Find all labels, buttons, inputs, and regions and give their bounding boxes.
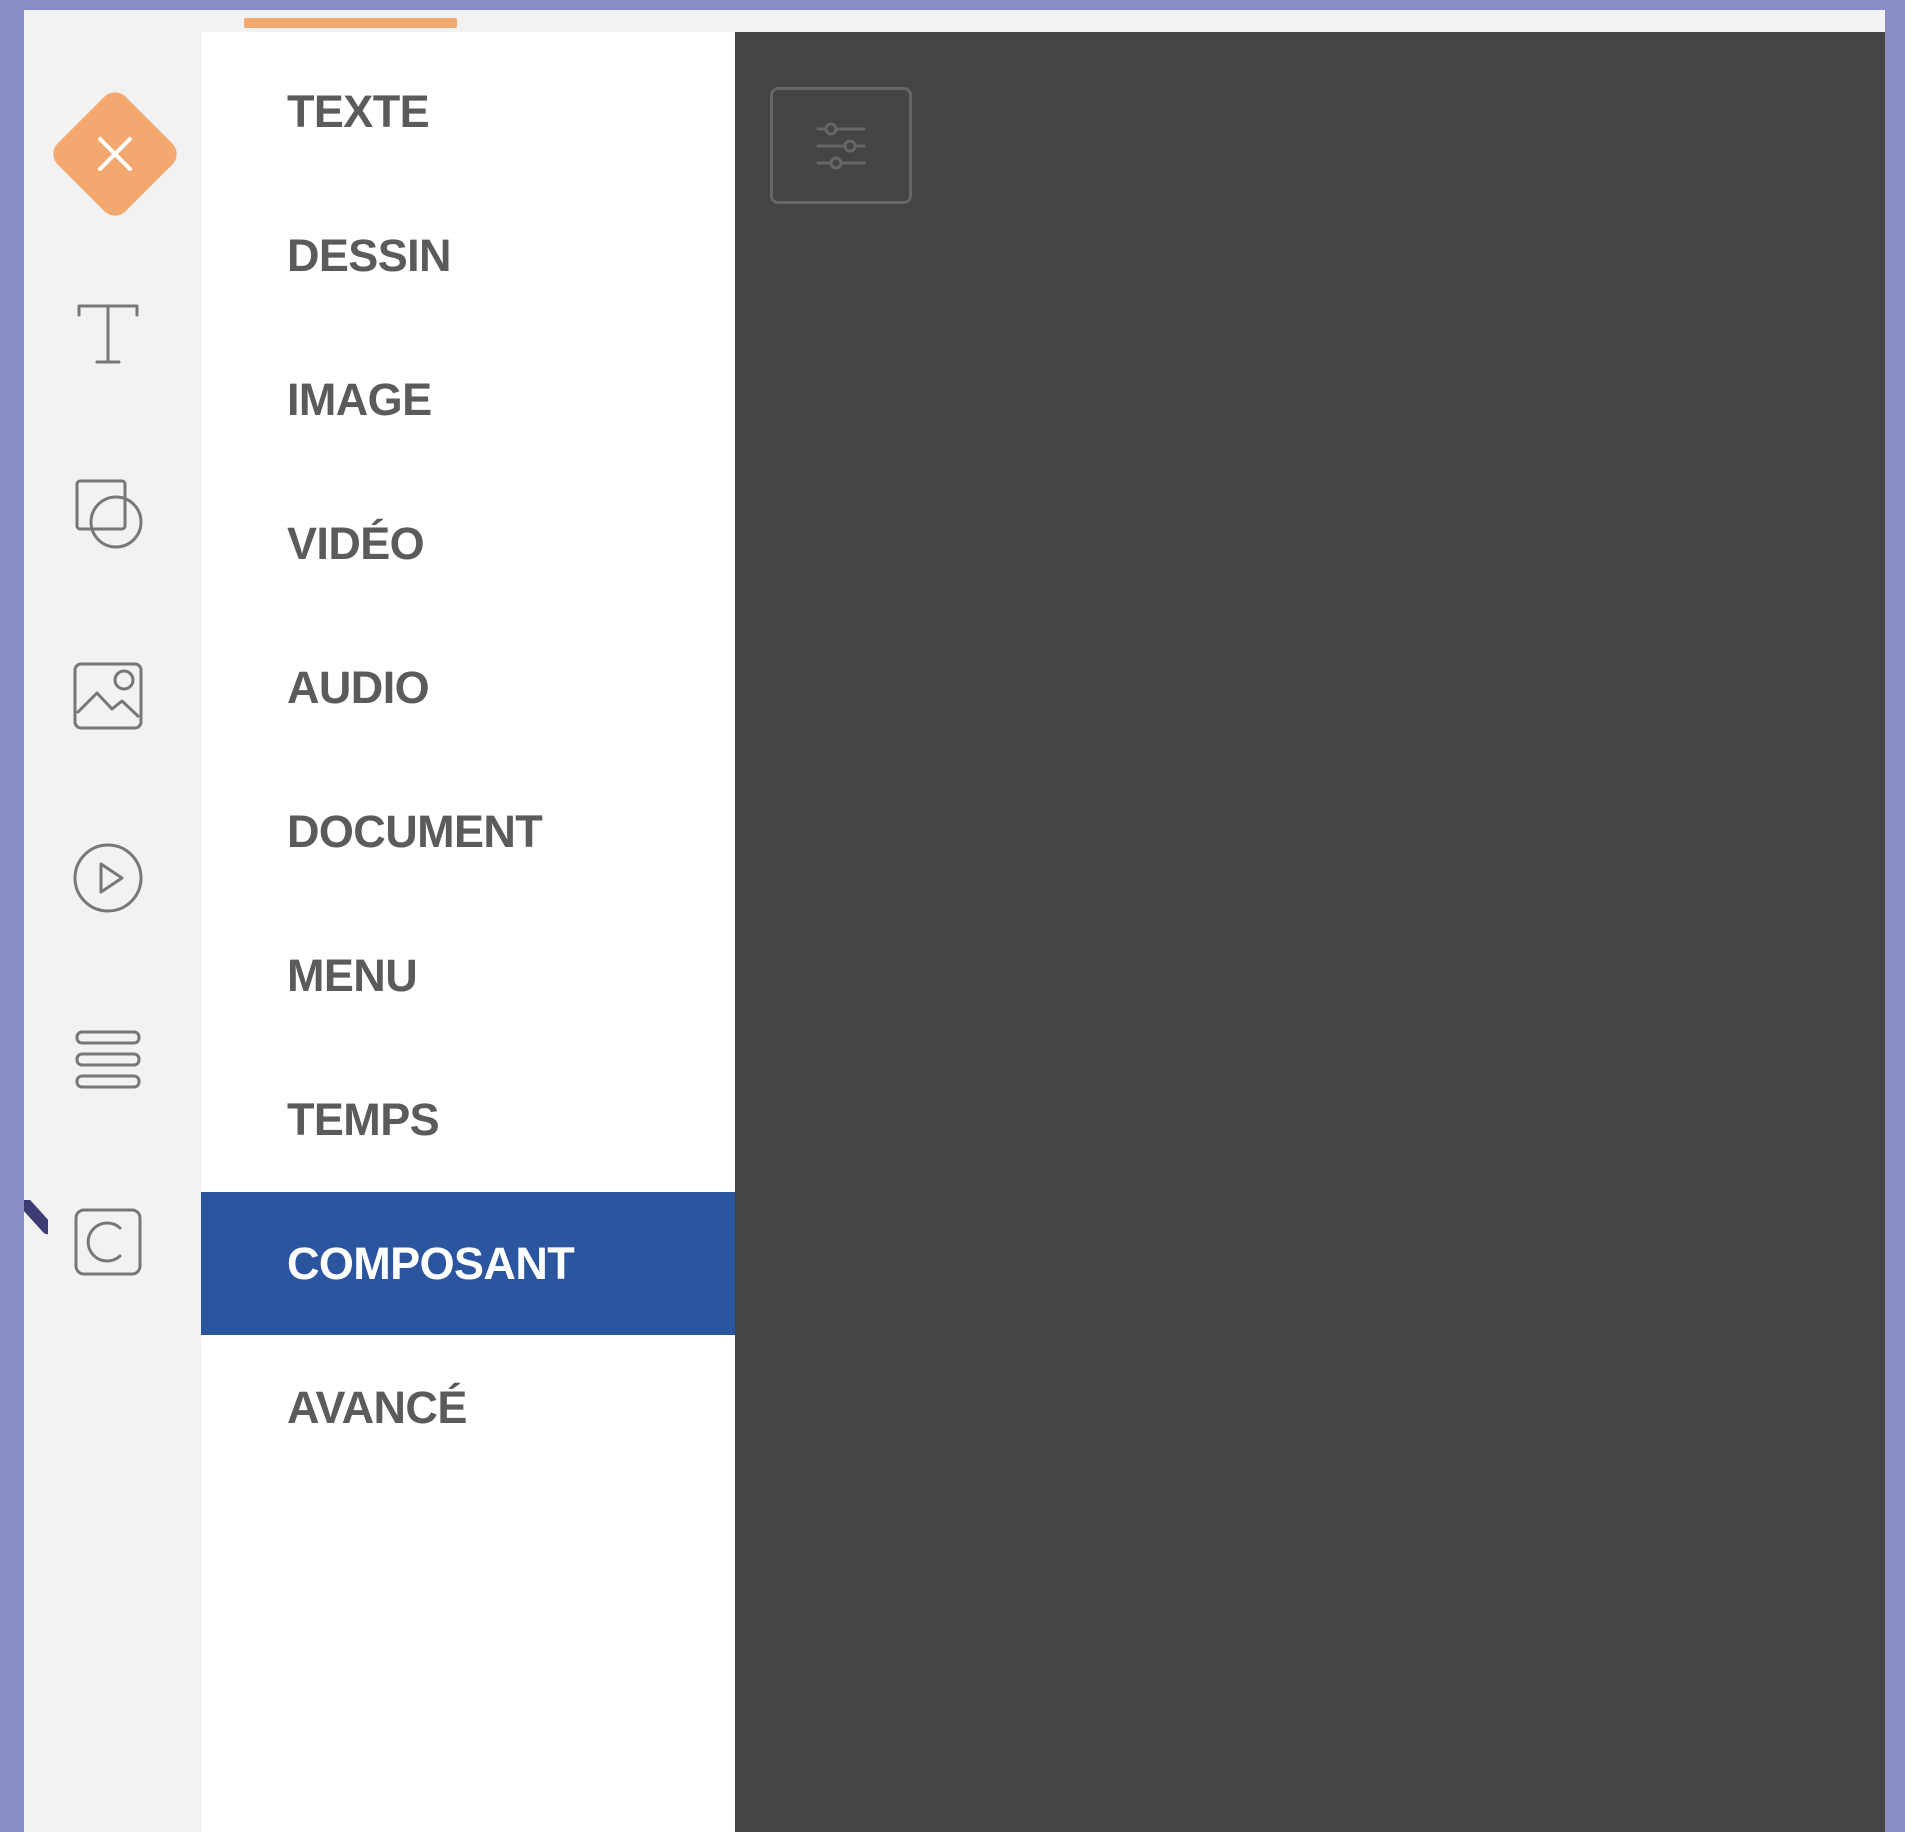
menu-item-label: VIDÉO (287, 517, 425, 569)
menu-item-menu[interactable]: MENU (201, 904, 735, 1047)
menu-lines-icon (75, 1030, 141, 1089)
menu-item-temps[interactable]: TEMPS (201, 1048, 735, 1191)
background-stroke (24, 1200, 48, 1270)
menu-item-label: AUDIO (287, 661, 430, 713)
rail-button-component[interactable] (60, 1194, 156, 1290)
content-area (735, 32, 1885, 1832)
video-play-icon (73, 843, 143, 913)
menu-item-label: DOCUMENT (287, 805, 543, 857)
close-icon (98, 137, 132, 171)
menu-item-dessin[interactable]: DESSIN (201, 184, 735, 327)
top-accent-tab (244, 18, 457, 28)
rail-button-video[interactable] (60, 830, 156, 926)
editor-panel: TEXTE DESSIN IMAGE VIDÉO AUDIO DOCUMENT … (24, 10, 1885, 1832)
rail-button-menu[interactable] (60, 1012, 156, 1108)
rail-button-text[interactable] (60, 285, 156, 381)
menu-item-label: IMAGE (287, 373, 432, 425)
menu-item-avance[interactable]: AVANCÉ (201, 1336, 735, 1479)
settings-sliders-icon (816, 122, 866, 169)
icon-rail (24, 32, 201, 1832)
close-button[interactable] (47, 86, 183, 222)
shapes-icon (75, 479, 143, 549)
menu-item-audio[interactable]: AUDIO (201, 616, 735, 759)
menu-item-label: DESSIN (287, 229, 452, 281)
image-icon (73, 662, 143, 730)
menu-item-label: AVANCÉ (287, 1381, 467, 1433)
menu-panel: TEXTE DESSIN IMAGE VIDÉO AUDIO DOCUMENT … (201, 32, 735, 1832)
menu-item-label: TEXTE (287, 85, 430, 137)
menu-item-label: COMPOSANT (287, 1237, 575, 1289)
menu-item-label: TEMPS (287, 1093, 440, 1145)
menu-item-image[interactable]: IMAGE (201, 328, 735, 471)
rail-button-shapes[interactable] (60, 466, 156, 562)
menu-item-video[interactable]: VIDÉO (201, 472, 735, 615)
settings-button[interactable] (770, 87, 912, 204)
text-icon (77, 304, 139, 364)
rail-button-image[interactable] (60, 648, 156, 744)
component-icon (74, 1208, 142, 1276)
menu-item-document[interactable]: DOCUMENT (201, 760, 735, 903)
menu-item-composant[interactable]: COMPOSANT (201, 1192, 735, 1335)
menu-item-texte[interactable]: TEXTE (201, 40, 735, 183)
menu-item-label: MENU (287, 949, 418, 1001)
